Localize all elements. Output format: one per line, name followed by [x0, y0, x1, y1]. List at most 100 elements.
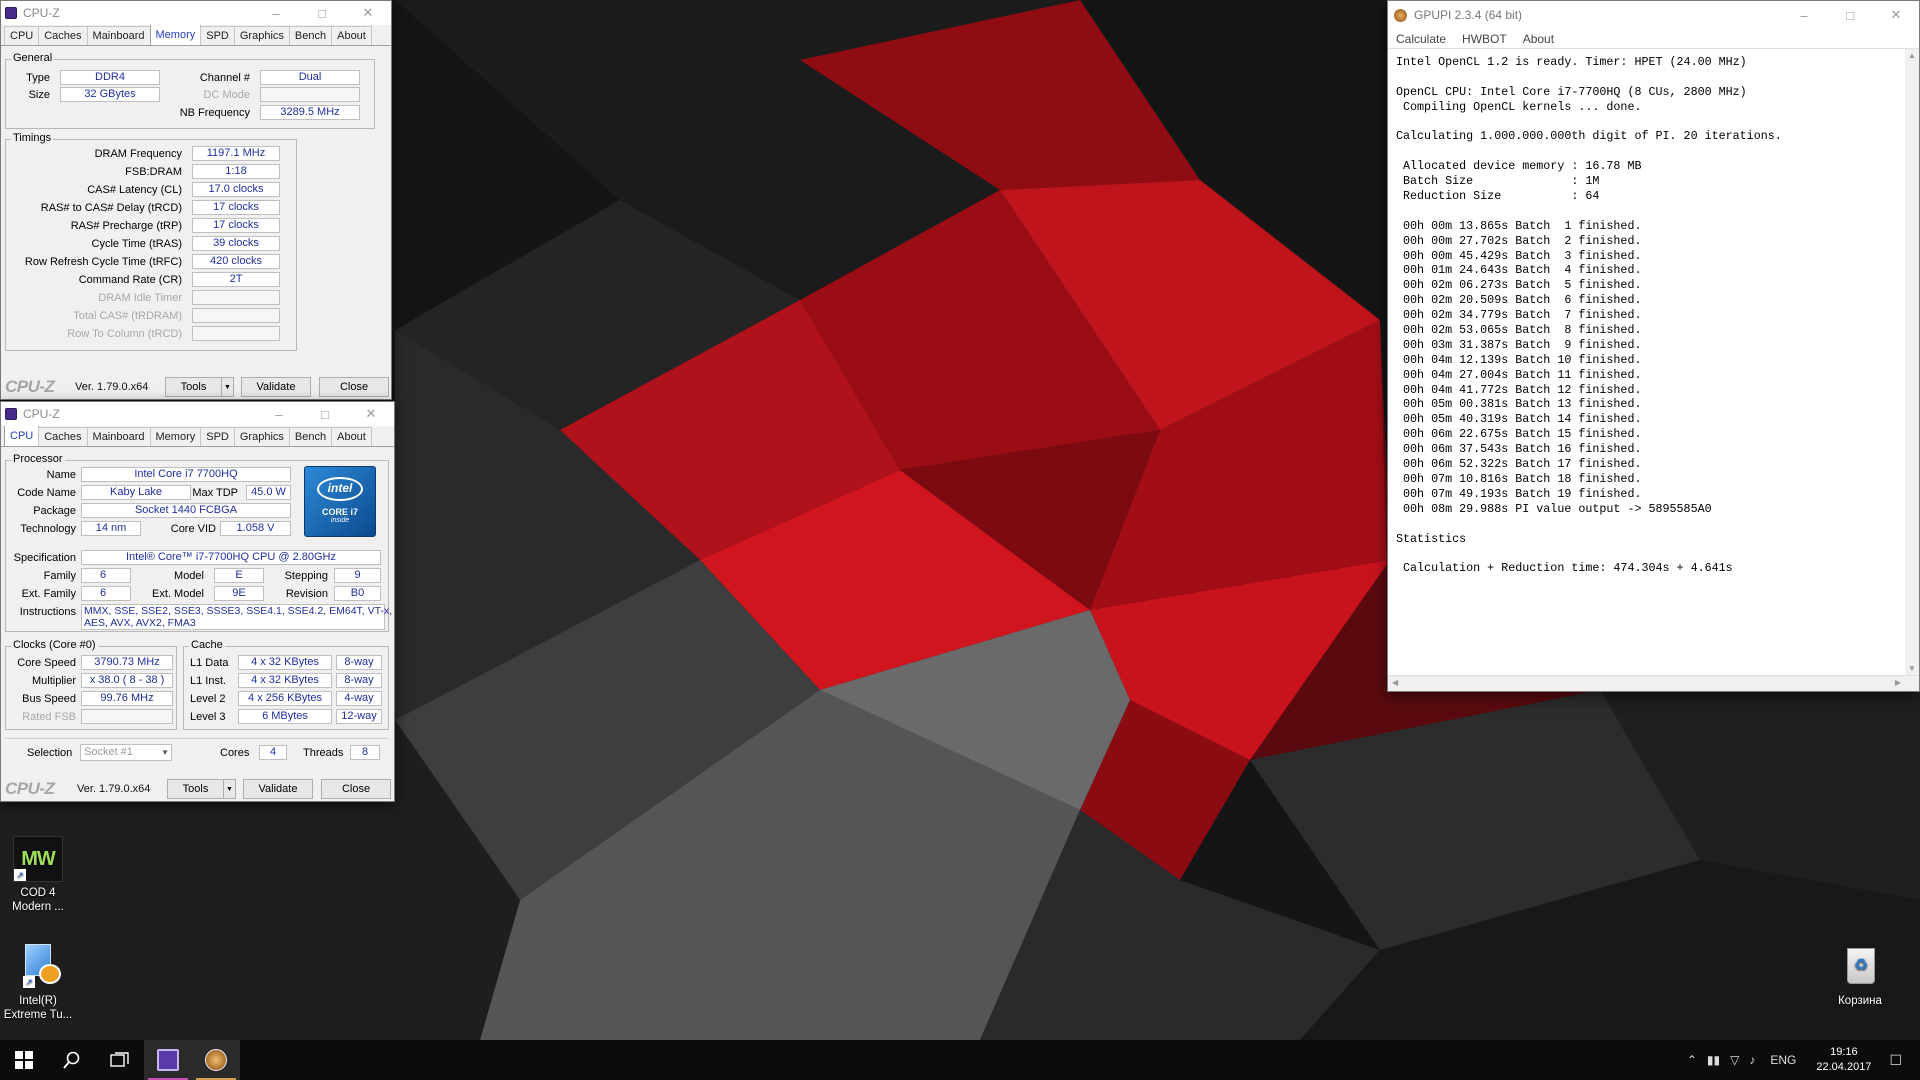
volume-icon[interactable]: ♪ [1749, 1053, 1755, 1067]
chevron-up-icon[interactable]: ⌃ [1687, 1053, 1697, 1067]
cache-ways: 8-way [336, 673, 382, 688]
intel-xtu-icon: ↗ [13, 944, 63, 990]
timing-value: 17 clocks [192, 218, 280, 233]
minimize-icon[interactable]: – [1781, 1, 1827, 29]
clocks-group: Clocks (Core #0) Core Speed 3790.73 MHz … [5, 639, 177, 730]
maximize-icon[interactable]: □ [302, 402, 348, 426]
log-line: 00h 00m 27.702s Batch 2 finished. [1396, 233, 1642, 248]
task-view-button[interactable] [96, 1040, 144, 1080]
shortcut-arrow-icon: ↗ [14, 869, 26, 881]
title-bar[interactable]: CPU-Z – □ ✕ [1, 402, 394, 426]
close-icon[interactable]: ✕ [1873, 1, 1919, 29]
tab-caches[interactable]: Caches [38, 26, 88, 45]
menu-hwbot[interactable]: HWBOT [1454, 32, 1515, 46]
extfamily-value: 6 [81, 586, 131, 601]
cpuz-memory-window: CPU-Z – □ ✕ CPU Caches Mainboard Memory … [0, 0, 392, 400]
log-line: Allocated device memory : 16.78 MB [1396, 159, 1642, 174]
nbfreq-label: NB Frequency [179, 107, 250, 119]
timings-legend: Timings [11, 132, 54, 144]
maximize-icon[interactable]: □ [299, 1, 345, 25]
menu-about[interactable]: About [1515, 32, 1562, 46]
timing-label: RAS# Precharge (tRP) [70, 220, 182, 232]
tools-button[interactable]: Tools [167, 779, 224, 799]
tab-spd[interactable]: SPD [200, 26, 235, 45]
scroll-right-icon[interactable]: ▶ [1895, 678, 1901, 687]
tab-cpu[interactable]: CPU [4, 425, 40, 446]
tab-mainboard[interactable]: Mainboard [86, 26, 151, 45]
cache-ways: 8-way [336, 655, 382, 670]
desktop-icon-intel-xtu[interactable]: ↗ Intel(R) Extreme Tu... [0, 944, 76, 1022]
busspeed-value: 99.76 MHz [81, 691, 173, 706]
cpuz-brand-logo: CPU-Z [5, 377, 55, 396]
close-button[interactable]: Close [319, 377, 389, 397]
validate-button[interactable]: Validate [241, 377, 311, 397]
log-line: 00h 02m 20.509s Batch 6 finished. [1396, 293, 1642, 308]
tab-graphics[interactable]: Graphics [233, 427, 290, 446]
language-indicator[interactable]: ENG [1770, 1053, 1796, 1067]
tab-caches[interactable]: Caches [38, 427, 88, 446]
desktop-icon-cod4[interactable]: MW ↗ COD 4 Modern ... [0, 836, 76, 914]
taskbar-cpuz[interactable] [144, 1040, 192, 1080]
maximize-icon[interactable]: □ [1827, 1, 1873, 29]
log-line: Intel OpenCL 1.2 is ready. Timer: HPET (… [1396, 55, 1747, 69]
scroll-left-icon[interactable]: ◀ [1392, 678, 1398, 687]
tab-memory[interactable]: Memory [149, 427, 202, 446]
size-value: 32 GBytes [60, 87, 160, 102]
scroll-down-icon[interactable]: ▼ [1905, 664, 1919, 673]
log-line: 00h 01m 24.643s Batch 4 finished. [1396, 263, 1642, 278]
tab-memory[interactable]: Memory [149, 24, 202, 45]
tab-bench[interactable]: Bench [288, 26, 333, 45]
cache-legend: Cache [189, 639, 225, 651]
logo-line2: inside [330, 517, 350, 524]
selection-dropdown[interactable]: Socket #1 ▼ [80, 744, 172, 761]
tools-button[interactable]: Tools [165, 377, 222, 397]
validate-button[interactable]: Validate [243, 779, 313, 799]
close-icon[interactable]: ✕ [345, 1, 391, 25]
desktop-icon-label-line1: Intel(R) [19, 995, 57, 1007]
tools-dropdown-icon[interactable]: ▼ [223, 779, 236, 799]
taskbar-gpupi[interactable] [192, 1040, 240, 1080]
log-line: 00h 05m 40.319s Batch 14 finished. [1396, 412, 1642, 427]
clock[interactable]: 19:16 22.04.2017 [1816, 1045, 1871, 1075]
wifi-icon[interactable]: ▽ [1730, 1053, 1739, 1067]
output-log[interactable]: Intel OpenCL 1.2 is ready. Timer: HPET (… [1388, 49, 1905, 675]
tab-mainboard[interactable]: Mainboard [86, 427, 151, 446]
title-bar[interactable]: GPUPI 2.3.4 (64 bit) – □ ✕ [1388, 1, 1919, 29]
scroll-up-icon[interactable]: ▲ [1905, 51, 1919, 60]
battery-icon[interactable]: ▮▮ [1707, 1053, 1720, 1067]
log-line: 00h 04m 41.772s Batch 12 finished. [1396, 382, 1642, 397]
log-line: 00h 05m 00.381s Batch 13 finished. [1396, 397, 1642, 412]
log-line: 00h 06m 37.543s Batch 16 finished. [1396, 442, 1642, 457]
tab-about[interactable]: About [331, 427, 372, 446]
search-button[interactable] [48, 1040, 96, 1080]
close-icon[interactable]: ✕ [348, 402, 394, 426]
horizontal-scrollbar[interactable]: ◀ ▶ [1388, 675, 1919, 691]
timing-value [192, 308, 280, 323]
desktop-icon-recycle-bin[interactable]: ♻ Корзина [1822, 944, 1898, 1008]
menu-calculate[interactable]: Calculate [1388, 32, 1454, 46]
tab-bar: CPU Caches Mainboard Memory SPD Graphics… [1, 425, 394, 447]
type-label: Type [26, 72, 50, 84]
recycle-bin-label: Корзина [1838, 995, 1882, 1007]
vertical-scrollbar[interactable]: ▲ ▼ [1905, 49, 1919, 675]
gpupi-window: GPUPI 2.3.4 (64 bit) – □ ✕ Calculate HWB… [1387, 0, 1920, 692]
timing-value [192, 326, 280, 341]
spec-value: Intel® Core™ i7-7700HQ CPU @ 2.80GHz [81, 550, 381, 565]
tab-bench[interactable]: Bench [288, 427, 333, 446]
start-button[interactable] [0, 1040, 48, 1080]
general-legend: General [11, 52, 55, 64]
notifications-icon[interactable]: ☐ [1889, 1052, 1902, 1069]
instructions-line2: AES, AVX, AVX2, FMA3 [84, 617, 196, 629]
cpuz-cpu-window: CPU-Z – □ ✕ CPU Caches Mainboard Memory … [0, 401, 395, 802]
log-line: 00h 02m 06.273s Batch 5 finished. [1396, 278, 1642, 293]
tab-cpu[interactable]: CPU [4, 26, 40, 45]
log-line: 00h 06m 52.322s Batch 17 finished. [1396, 457, 1642, 472]
tab-spd[interactable]: SPD [200, 427, 235, 446]
minimize-icon[interactable]: – [256, 402, 302, 426]
tab-about[interactable]: About [331, 26, 372, 45]
title-bar[interactable]: CPU-Z – □ ✕ [1, 1, 391, 25]
tab-graphics[interactable]: Graphics [233, 26, 290, 45]
close-button[interactable]: Close [321, 779, 391, 799]
tools-dropdown-icon[interactable]: ▼ [221, 377, 234, 397]
minimize-icon[interactable]: – [253, 1, 299, 25]
